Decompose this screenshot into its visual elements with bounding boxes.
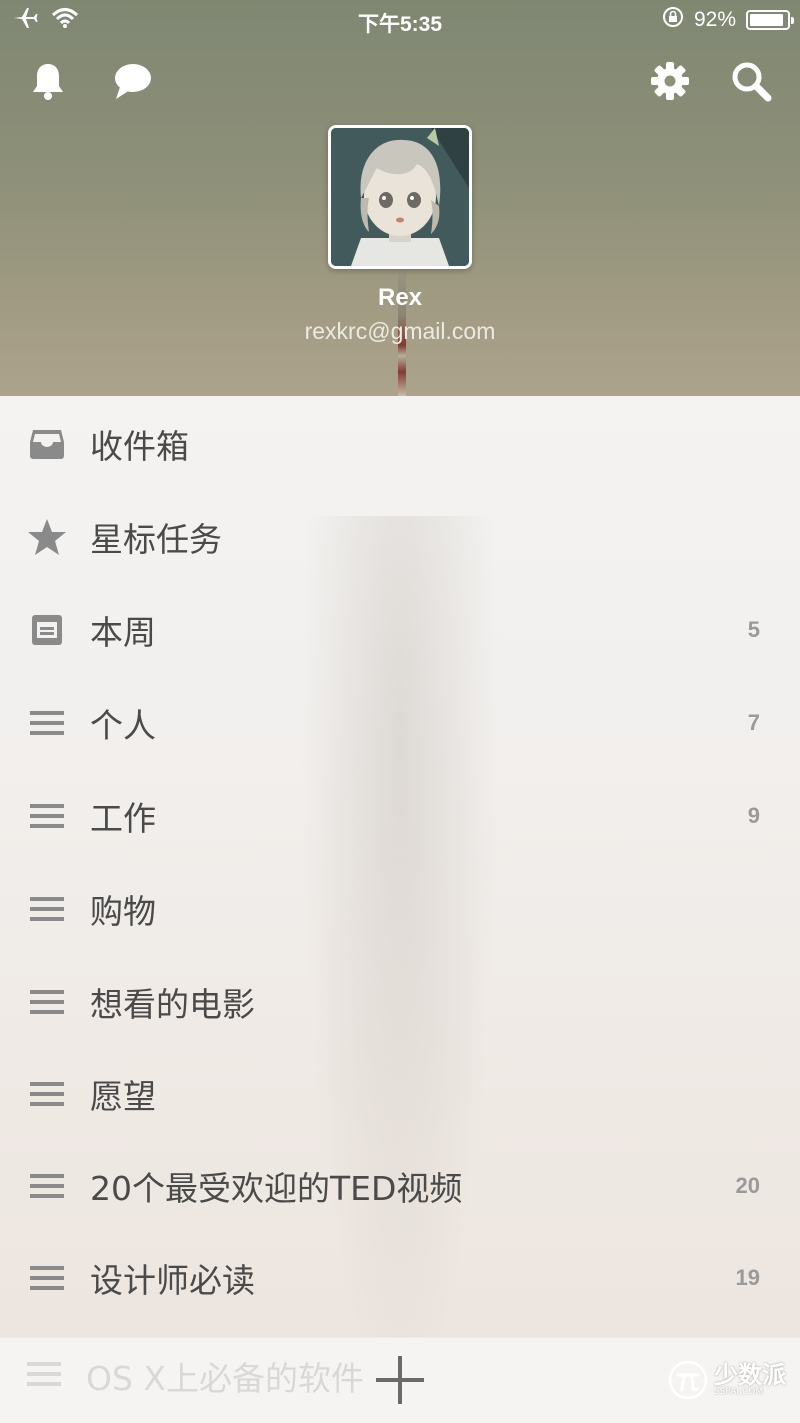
gear-icon[interactable] xyxy=(647,58,693,104)
list-item-label: OS X上必备的软件 xyxy=(86,1359,365,1398)
star-icon xyxy=(26,516,68,558)
inbox-icon xyxy=(26,423,68,465)
list-item-ted-videos[interactable]: 20个最受欢迎的TED视频 20 xyxy=(0,1139,800,1232)
list-icon xyxy=(26,1360,62,1392)
list-item-work[interactable]: 工作 9 xyxy=(0,769,800,862)
add-list-button[interactable] xyxy=(374,1354,426,1406)
list-item-label: 本周 xyxy=(90,612,156,652)
list-item-label: 个人 xyxy=(90,705,156,745)
list-item-label: 工作 xyxy=(90,798,156,838)
list-item-label: 想看的电影 xyxy=(90,984,255,1024)
list-item-wishes[interactable]: 愿望 xyxy=(0,1047,800,1140)
rotation-lock-icon xyxy=(662,6,684,34)
list-item-label: 愿望 xyxy=(90,1076,156,1116)
battery-icon xyxy=(746,10,794,30)
list-item-starred[interactable]: 星标任务 xyxy=(0,490,800,583)
list-item-shopping[interactable]: 购物 xyxy=(0,862,800,955)
status-bar: 下午5:35 92% xyxy=(0,0,800,40)
pi-logo-icon xyxy=(668,1360,708,1400)
list-item-count: 20 xyxy=(735,1172,760,1198)
list-icon xyxy=(26,981,68,1023)
week-calendar-icon xyxy=(26,609,68,651)
list-item-movies[interactable]: 想看的电影 xyxy=(0,955,800,1048)
list-icon xyxy=(26,1257,68,1299)
list-item-count: 7 xyxy=(747,709,760,735)
list-icon xyxy=(26,888,68,930)
chat-bubble-icon[interactable] xyxy=(110,58,156,104)
list-item-label: 星标任务 xyxy=(90,519,222,559)
profile-header: 下午5:35 92% Rex rexkrc@gmail.com xyxy=(0,0,800,396)
battery-percent: 92% xyxy=(693,8,736,31)
list-icon xyxy=(26,795,68,837)
list-item-inbox[interactable]: 收件箱 xyxy=(0,397,800,490)
avatar[interactable] xyxy=(328,125,472,269)
list-item-label: 设计师必读 xyxy=(90,1260,255,1300)
list-icon xyxy=(26,702,68,744)
watermark: 少数派 SSPAI.COM xyxy=(668,1360,786,1400)
bottom-toolbar: OS X上必备的软件 少数派 SSPAI.COM xyxy=(0,1337,800,1423)
list-item-count: 9 xyxy=(747,802,760,828)
plus-icon xyxy=(376,1356,424,1404)
battery-level xyxy=(750,14,784,26)
user-name[interactable]: Rex xyxy=(0,284,800,312)
list-item-designer-reads[interactable]: 设计师必读 19 xyxy=(0,1231,800,1324)
user-email: rexkrc@gmail.com xyxy=(304,318,496,344)
list-icon xyxy=(26,1165,68,1207)
task-lists: 收件箱 星标任务 本周 5 个人 7 工作 9 购物 想看的电影 愿望 20个最… xyxy=(0,396,800,1422)
list-item-count: 19 xyxy=(735,1264,760,1290)
search-icon[interactable] xyxy=(728,58,774,104)
bell-icon[interactable] xyxy=(25,58,71,104)
list-item-personal[interactable]: 个人 7 xyxy=(0,676,800,769)
list-item-label: 收件箱 xyxy=(90,426,189,466)
list-item-label: 购物 xyxy=(90,891,156,931)
list-item-os-x-software[interactable]: OS X上必备的软件 xyxy=(26,1352,364,1400)
watermark-text: 少数派 xyxy=(714,1361,786,1389)
list-item-count: 5 xyxy=(747,616,760,642)
list-item-this-week[interactable]: 本周 5 xyxy=(0,583,800,676)
list-icon xyxy=(26,1073,68,1115)
list-item-label: 20个最受欢迎的TED视频 xyxy=(90,1168,463,1208)
avatar-illustration xyxy=(331,128,469,266)
